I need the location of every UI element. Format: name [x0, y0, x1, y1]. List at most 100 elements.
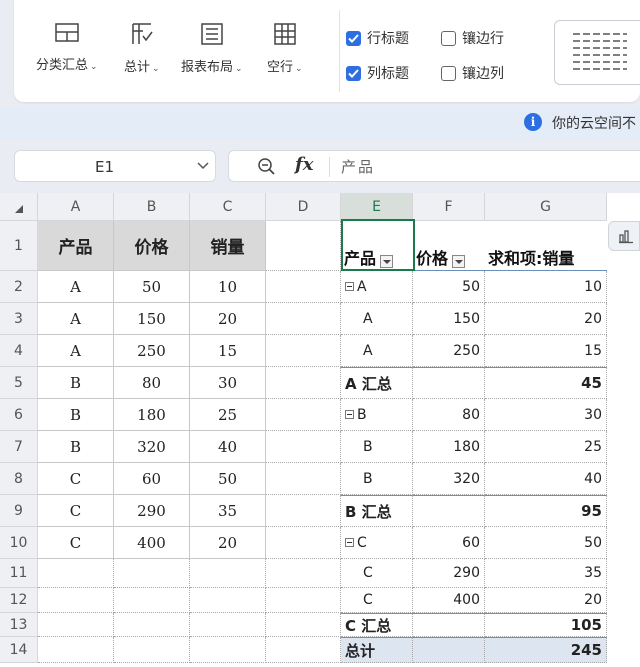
- column-header-g[interactable]: G: [485, 193, 607, 221]
- pivot-price-cell[interactable]: 150: [413, 303, 485, 335]
- pivot-price-cell[interactable]: [413, 637, 485, 663]
- empty-cell[interactable]: [38, 559, 114, 588]
- source-header-cell[interactable]: 价格: [114, 221, 190, 271]
- pivot-row-label-cell[interactable]: 总计: [341, 637, 413, 663]
- row-header-11[interactable]: 11: [0, 559, 38, 588]
- zoom-search-icon[interactable]: [257, 157, 277, 177]
- empty-cell[interactable]: [266, 271, 341, 303]
- source-data-cell[interactable]: 30: [190, 367, 266, 399]
- source-data-cell[interactable]: 20: [190, 527, 266, 559]
- empty-cell[interactable]: [38, 637, 114, 663]
- pivot-row-label-cell[interactable]: B 汇总: [341, 495, 413, 527]
- empty-cell[interactable]: [266, 431, 341, 463]
- pivot-qty-cell[interactable]: 35: [485, 559, 607, 588]
- source-data-cell[interactable]: 35: [190, 495, 266, 527]
- pivot-qty-cell[interactable]: 20: [485, 588, 607, 613]
- row-header-4[interactable]: 4: [0, 335, 38, 367]
- empty-cell[interactable]: [266, 335, 341, 367]
- pivot-qty-cell[interactable]: 15: [485, 335, 607, 367]
- source-header-cell[interactable]: 产品: [38, 221, 114, 271]
- column-header-d[interactable]: D: [266, 193, 341, 221]
- source-data-cell[interactable]: 150: [114, 303, 190, 335]
- source-data-cell[interactable]: 80: [114, 367, 190, 399]
- empty-cell[interactable]: [266, 613, 341, 637]
- empty-cell[interactable]: [266, 559, 341, 588]
- filter-dropdown-icon[interactable]: [380, 255, 394, 268]
- pivot-price-cell[interactable]: 400: [413, 588, 485, 613]
- source-data-cell[interactable]: 25: [190, 399, 266, 431]
- pivot-qty-cell[interactable]: 30: [485, 399, 607, 431]
- row-header-2[interactable]: 2: [0, 271, 38, 303]
- empty-cell[interactable]: [114, 637, 190, 663]
- pivot-price-cell[interactable]: [413, 367, 485, 399]
- empty-cell[interactable]: [266, 367, 341, 399]
- source-data-cell[interactable]: 50: [190, 463, 266, 495]
- pivot-qty-cell[interactable]: 10: [485, 271, 607, 303]
- select-all-corner[interactable]: [0, 193, 38, 221]
- pivot-price-cell[interactable]: [413, 495, 485, 527]
- pivot-price-cell[interactable]: 250: [413, 335, 485, 367]
- pivot-price-cell[interactable]: [413, 613, 485, 637]
- empty-cell[interactable]: [190, 637, 266, 663]
- row-header-12[interactable]: 12: [0, 588, 38, 613]
- pivot-qty-cell[interactable]: 25: [485, 431, 607, 463]
- source-data-cell[interactable]: 180: [114, 399, 190, 431]
- source-data-cell[interactable]: A: [38, 271, 114, 303]
- empty-cell[interactable]: [38, 613, 114, 637]
- pivot-qty-cell[interactable]: 50: [485, 527, 607, 559]
- empty-cell[interactable]: [190, 559, 266, 588]
- source-data-cell[interactable]: 10: [190, 271, 266, 303]
- source-data-cell[interactable]: B: [38, 399, 114, 431]
- pivot-row-label-cell[interactable]: A: [341, 271, 413, 303]
- empty-cell[interactable]: [266, 637, 341, 663]
- row-header-10[interactable]: 10: [0, 527, 38, 559]
- empty-cell[interactable]: [266, 221, 341, 271]
- empty-cell[interactable]: [266, 588, 341, 613]
- formula-input[interactable]: 产品: [341, 156, 375, 177]
- source-data-cell[interactable]: 320: [114, 431, 190, 463]
- row-header-5[interactable]: 5: [0, 367, 38, 399]
- chevron-down-icon[interactable]: [195, 157, 211, 173]
- empty-cell[interactable]: [114, 588, 190, 613]
- source-data-cell[interactable]: A: [38, 335, 114, 367]
- source-data-cell[interactable]: 20: [190, 303, 266, 335]
- pivot-row-label-cell[interactable]: C: [341, 559, 413, 588]
- pivot-qty-cell[interactable]: 40: [485, 463, 607, 495]
- report-layout-button[interactable]: 报表布局 ⌄: [181, 22, 243, 75]
- collapse-minus-icon[interactable]: [345, 282, 354, 291]
- pivot-price-cell[interactable]: 290: [413, 559, 485, 588]
- source-data-cell[interactable]: B: [38, 431, 114, 463]
- row-header-13[interactable]: 13: [0, 613, 38, 637]
- row-header-7[interactable]: 7: [0, 431, 38, 463]
- subtotals-button[interactable]: 分类汇总 ⌄: [36, 22, 98, 73]
- empty-cell[interactable]: [266, 463, 341, 495]
- pivot-qty-cell[interactable]: 45: [485, 367, 607, 399]
- pivot-row-label-cell[interactable]: A: [341, 335, 413, 367]
- source-data-cell[interactable]: 15: [190, 335, 266, 367]
- row-header-6[interactable]: 6: [0, 399, 38, 431]
- empty-cell[interactable]: [114, 559, 190, 588]
- pivot-row-label-cell[interactable]: A: [341, 303, 413, 335]
- source-data-cell[interactable]: C: [38, 463, 114, 495]
- collapse-minus-icon[interactable]: [345, 538, 354, 547]
- empty-cell[interactable]: [266, 303, 341, 335]
- source-data-cell[interactable]: 290: [114, 495, 190, 527]
- pivot-qty-cell[interactable]: 105: [485, 613, 607, 637]
- source-header-cell[interactable]: 销量: [190, 221, 266, 271]
- column-headers-checkbox[interactable]: 列标题: [346, 63, 409, 83]
- pivot-qty-cell[interactable]: 20: [485, 303, 607, 335]
- column-header-a[interactable]: A: [38, 193, 114, 221]
- pivot-row-label-cell[interactable]: C: [341, 527, 413, 559]
- row-header-14[interactable]: 14: [0, 637, 38, 663]
- source-data-cell[interactable]: 40: [190, 431, 266, 463]
- filter-dropdown-icon[interactable]: [452, 255, 466, 268]
- pivot-qty-cell[interactable]: 245: [485, 637, 607, 663]
- banded-columns-checkbox[interactable]: 镶边列: [441, 63, 504, 83]
- source-data-cell[interactable]: 50: [114, 271, 190, 303]
- row-header-1[interactable]: 1: [0, 221, 38, 271]
- empty-cell[interactable]: [190, 613, 266, 637]
- row-headers-checkbox[interactable]: 行标题: [346, 28, 409, 48]
- empty-cell[interactable]: [190, 588, 266, 613]
- pivot-header-cell[interactable]: 求和项:销量: [485, 221, 607, 271]
- pivot-header-cell[interactable]: 价格: [413, 221, 485, 271]
